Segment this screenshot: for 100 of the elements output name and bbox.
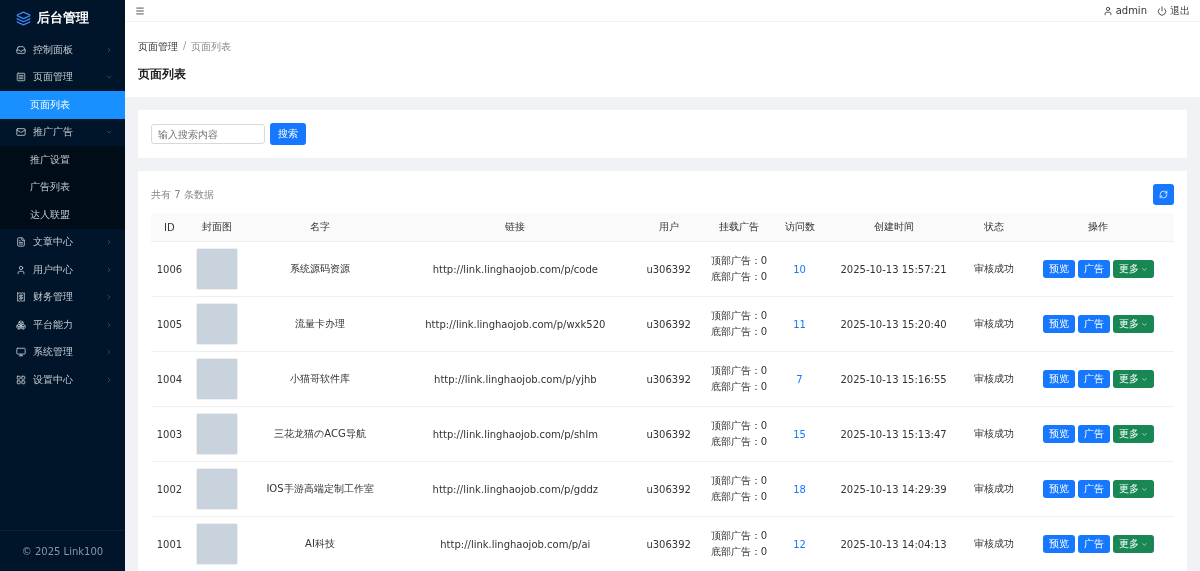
breadcrumb-separator: / (183, 40, 187, 53)
action-button[interactable]: 预览 (1042, 535, 1075, 553)
sidebar-item[interactable]: 设置中心 (0, 366, 125, 394)
visits-link[interactable]: 18 (793, 483, 806, 495)
action-button[interactable]: 更多 (1112, 260, 1154, 278)
search-button[interactable]: 搜索 (270, 123, 306, 145)
table-cell: http://link.linghaojob.com/p/code (393, 241, 638, 297)
column-header: 链接 (393, 213, 638, 242)
menu-toggle-icon[interactable] (135, 5, 145, 16)
action-button[interactable]: 广告 (1077, 535, 1110, 553)
table-cell: AI科技 (246, 516, 394, 571)
user-link[interactable]: admin (1102, 5, 1147, 16)
brand-title: 后台管理 (37, 9, 89, 27)
action-button[interactable]: 广告 (1077, 370, 1110, 388)
table-cell: 1002 (151, 461, 188, 517)
table-cell: 审核成功 (966, 241, 1023, 297)
breadcrumb-link[interactable]: 页面管理 (138, 40, 178, 54)
sidebar-item[interactable]: 页面管理 (0, 63, 125, 91)
caret-icon (1140, 485, 1148, 493)
action-button[interactable]: 预览 (1042, 260, 1075, 278)
sidebar-item[interactable]: 财务管理 (0, 283, 125, 311)
menu-icon (16, 237, 26, 248)
table-cell: 2025-10-13 14:29:39 (821, 461, 967, 517)
action-button[interactable]: 预览 (1042, 425, 1075, 443)
table-cell: u306392 (637, 406, 700, 462)
visits-link[interactable]: 12 (793, 538, 806, 550)
sidebar-item[interactable]: 控制面板 (0, 36, 125, 64)
column-header: 访问数 (778, 213, 821, 242)
sidebar-item[interactable]: 推广广告 (0, 118, 125, 146)
refresh-button[interactable] (1153, 184, 1174, 205)
search-field[interactable]: 输入搜索内容 (151, 124, 265, 144)
cover-image-placeholder (196, 523, 239, 565)
breadcrumb-link[interactable]: 页面列表 (191, 40, 232, 54)
menu-icon (16, 127, 26, 138)
cover-image-placeholder (196, 248, 239, 290)
action-button[interactable]: 更多 (1112, 370, 1154, 388)
action-button[interactable]: 更多 (1112, 315, 1154, 333)
column-header: 封面图 (187, 213, 247, 242)
sidebar-subitem[interactable]: 达人联盟 (0, 201, 125, 229)
table-cell: 审核成功 (966, 516, 1023, 571)
chevron-right-icon (105, 293, 113, 302)
table-cell: 1005 (151, 296, 188, 352)
caret-icon (1140, 320, 1148, 328)
table-cell: http://link.linghaojob.com/p/ai (393, 516, 638, 571)
power-icon (1157, 5, 1167, 16)
ad-count-text: 顶部广告：0 (710, 309, 768, 323)
sidebar-subitem[interactable]: 推广设置 (0, 146, 125, 174)
visits-link[interactable]: 7 (796, 373, 803, 385)
ad-count-text: 底部广告：0 (710, 270, 768, 284)
action-button[interactable]: 广告 (1077, 315, 1110, 333)
table-cell: 流量卡办理 (246, 296, 394, 352)
action-button[interactable]: 更多 (1112, 535, 1154, 553)
column-header: 挂载广告 (699, 213, 779, 242)
menu-icon (16, 72, 26, 83)
table-cell: u306392 (637, 516, 700, 571)
chevron-right-icon (105, 348, 113, 357)
sidebar-item[interactable]: 系统管理 (0, 338, 125, 366)
ad-count-text: 底部广告：0 (710, 435, 768, 449)
table-cell: 小猫哥软件库 (246, 351, 394, 407)
table-cell: 2025-10-13 15:20:40 (821, 296, 967, 352)
action-button[interactable]: 广告 (1077, 480, 1110, 498)
action-button[interactable]: 更多 (1112, 480, 1154, 498)
table-cell: 审核成功 (966, 296, 1023, 352)
menu-icon (16, 264, 26, 275)
visits-link[interactable]: 10 (793, 263, 806, 275)
column-header: ID (151, 213, 188, 242)
action-button[interactable]: 预览 (1042, 480, 1075, 498)
menu-icon (16, 292, 26, 303)
chevron-right-icon (105, 375, 113, 384)
column-header: 状态 (966, 213, 1023, 242)
table-cell: 1006 (151, 241, 188, 297)
menu-icon (16, 347, 26, 358)
sidebar-item[interactable]: 用户中心 (0, 256, 125, 284)
record-count: 共有 7 条数据 (151, 187, 214, 202)
sidebar-subitem[interactable]: 广告列表 (0, 173, 125, 201)
refresh-icon (1159, 190, 1168, 199)
caret-icon (1140, 375, 1148, 383)
cover-image-placeholder (196, 358, 239, 400)
sidebar-item[interactable]: 文章中心 (0, 228, 125, 256)
action-button[interactable]: 预览 (1042, 315, 1075, 333)
logout-link[interactable]: 退出 (1157, 3, 1190, 18)
action-button[interactable]: 预览 (1042, 370, 1075, 388)
cover-image-placeholder (196, 468, 239, 510)
table-cell: 2025-10-13 15:13:47 (821, 406, 967, 462)
menu-icon (16, 374, 26, 385)
action-button[interactable]: 广告 (1077, 260, 1110, 278)
visits-link[interactable]: 11 (793, 318, 806, 330)
table-cell: 1003 (151, 406, 188, 462)
visits-link[interactable]: 15 (793, 428, 806, 440)
sidebar-subitem[interactable]: 页面列表 (0, 91, 125, 119)
cover-image-placeholder (196, 413, 239, 455)
menu-icon (16, 319, 26, 330)
ad-count-text: 底部广告：0 (710, 490, 768, 504)
table-cell: IOS手游高端定制工作室 (246, 461, 394, 517)
action-button[interactable]: 更多 (1112, 425, 1154, 443)
ad-count-text: 顶部广告：0 (710, 254, 768, 268)
action-button[interactable]: 广告 (1077, 425, 1110, 443)
chevron-right-icon (105, 238, 113, 247)
sidebar-item[interactable]: 平台能力 (0, 311, 125, 339)
table-cell: u306392 (637, 351, 700, 407)
